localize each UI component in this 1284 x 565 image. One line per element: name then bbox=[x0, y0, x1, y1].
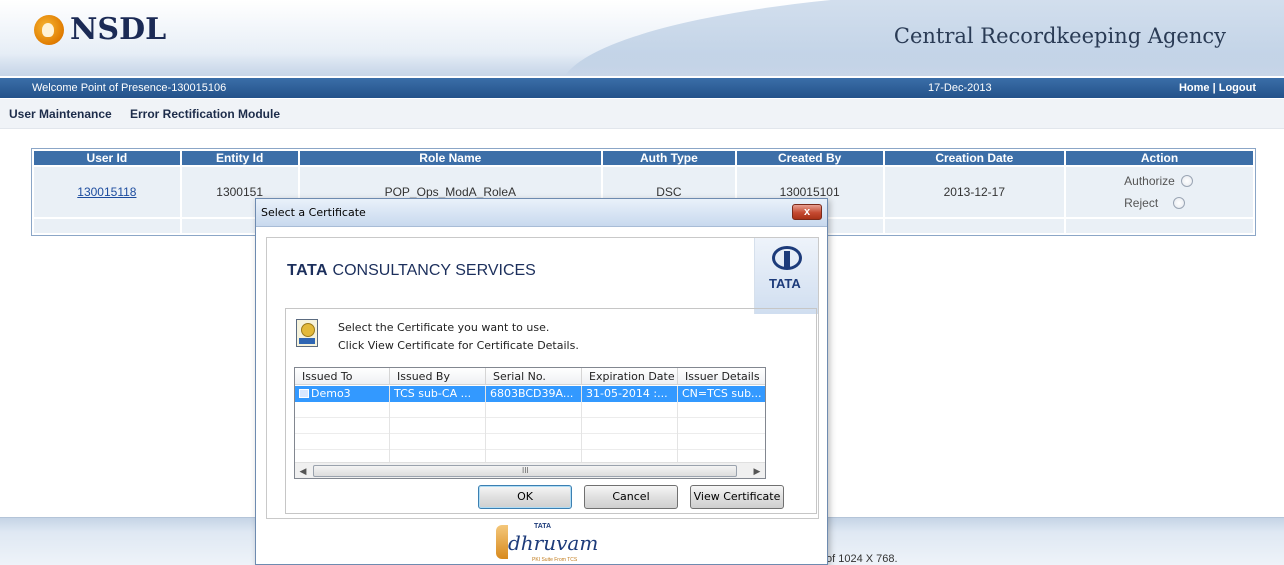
col-issued-by[interactable]: Issued By bbox=[390, 368, 486, 385]
scroll-left-icon[interactable]: ◀ bbox=[297, 465, 309, 477]
menu-item-error-rectification[interactable]: Error Rectification Module bbox=[130, 107, 280, 121]
col-entity-id: Entity Id bbox=[179, 149, 300, 167]
col-expiration-date[interactable]: Expiration Date bbox=[582, 368, 678, 385]
dhruvam-logo-name: dhruvam bbox=[508, 531, 599, 555]
empty-list-row bbox=[295, 434, 765, 450]
close-icon: x bbox=[803, 206, 811, 218]
cell-action: Authorize Reject bbox=[1064, 165, 1255, 219]
tcs-logo-bold: TATA bbox=[287, 262, 329, 279]
empty-list-row bbox=[295, 418, 765, 434]
cert-issued-to-text: Demo3 bbox=[311, 387, 351, 400]
links-separator: | bbox=[1209, 82, 1219, 94]
home-link[interactable]: Home bbox=[1179, 82, 1210, 94]
tata-logo-word: TATA bbox=[769, 276, 801, 291]
tata-logo: TATA bbox=[754, 238, 818, 314]
reject-radio[interactable] bbox=[1173, 197, 1186, 209]
col-user-id: User Id bbox=[32, 149, 182, 167]
certificate-list-header: Issued To Issued By Serial No. Expiratio… bbox=[295, 368, 765, 385]
cert-expiration: 31-05-2014 :... bbox=[582, 386, 678, 402]
tcs-logo: TATA CONSULTANCY SERVICES bbox=[287, 262, 536, 280]
dialog-body: TATA CONSULTANCY SERVICES TATA Select th… bbox=[266, 237, 819, 519]
authorize-option: Authorize bbox=[1124, 170, 1253, 192]
top-links: Home | Logout bbox=[1179, 82, 1256, 94]
horizontal-scrollbar[interactable]: ◀ III ▶ bbox=[295, 462, 765, 478]
dialog-title-bar[interactable]: Select a Certificate x bbox=[256, 199, 827, 227]
cert-serial-no: 6803BCD39A... bbox=[486, 386, 582, 402]
tata-emblem-icon bbox=[772, 246, 802, 270]
agency-title: Central Recordkeeping Agency bbox=[893, 24, 1226, 48]
dhruvam-logo-tata: TATA bbox=[534, 523, 552, 530]
logout-link[interactable]: Logout bbox=[1219, 82, 1256, 94]
footer-resolution-text: of 1024 X 768. bbox=[826, 553, 898, 565]
table-header-row: User Id Entity Id Role Name Auth Type Cr… bbox=[32, 149, 1255, 167]
dialog-title: Select a Certificate bbox=[261, 206, 366, 219]
app-header: NSDL Central Recordkeeping Agency bbox=[0, 0, 1284, 76]
nsdl-logo-text: NSDL bbox=[70, 12, 167, 47]
user-id-link[interactable]: 130015118 bbox=[77, 185, 136, 199]
col-issuer-details[interactable]: Issuer Details bbox=[678, 368, 765, 385]
powered-by-tab bbox=[496, 525, 508, 559]
menu-item-user-maintenance[interactable]: User Maintenance bbox=[9, 107, 112, 121]
col-creation-date: Creation Date bbox=[882, 149, 1067, 167]
cell-user-id: 130015118 bbox=[32, 165, 182, 219]
ok-button[interactable]: OK bbox=[478, 485, 572, 509]
col-serial-no[interactable]: Serial No. bbox=[486, 368, 582, 385]
status-bar: Welcome Point of Presence-130015106 17-D… bbox=[0, 78, 1284, 98]
scroll-right-icon[interactable]: ▶ bbox=[751, 465, 763, 477]
nsdl-logo: NSDL bbox=[34, 12, 166, 47]
authorize-label: Authorize bbox=[1124, 174, 1175, 188]
col-issued-to[interactable]: Issued To bbox=[295, 368, 390, 385]
instruction-line-2: Click View Certificate for Certificate D… bbox=[338, 339, 579, 352]
cert-issuer-details: CN=TCS sub... bbox=[678, 386, 765, 402]
dhruvam-logo: TATA dhruvam PKI Suite From TCS bbox=[496, 523, 599, 565]
certificate-list: Issued To Issued By Serial No. Expiratio… bbox=[294, 367, 766, 479]
col-action: Action bbox=[1064, 149, 1255, 167]
empty-cell bbox=[882, 217, 1067, 235]
welcome-text: Welcome Point of Presence-130015106 bbox=[32, 82, 227, 94]
reject-option: Reject bbox=[1124, 192, 1253, 214]
select-certificate-dialog: Select a Certificate x TATA CONSULTANCY … bbox=[255, 198, 828, 565]
current-date: 17-Dec-2013 bbox=[928, 82, 992, 94]
certificate-icon bbox=[296, 319, 318, 347]
authorize-radio[interactable] bbox=[1180, 175, 1193, 187]
scrollbar-thumb[interactable]: III bbox=[313, 465, 737, 477]
cert-issued-to: Demo3 bbox=[295, 386, 390, 402]
instruction-line-1: Select the Certificate you want to use. bbox=[338, 321, 550, 334]
cert-issued-by: TCS sub-CA ... bbox=[390, 386, 486, 402]
dhruvam-logo-tag: PKI Suite From TCS bbox=[532, 557, 578, 563]
view-certificate-button[interactable]: View Certificate bbox=[690, 485, 784, 509]
col-auth-type: Auth Type bbox=[601, 149, 737, 167]
col-created-by: Created By bbox=[734, 149, 885, 167]
nsdl-logo-icon bbox=[34, 14, 64, 45]
main-menu: User Maintenance Error Rectification Mod… bbox=[0, 99, 1284, 129]
reject-label: Reject bbox=[1124, 196, 1159, 210]
cell-creation-date: 2013-12-17 bbox=[882, 165, 1067, 219]
empty-cell bbox=[32, 217, 182, 235]
header-decoration-band bbox=[0, 54, 1284, 76]
scrollbar-grip: III bbox=[522, 466, 529, 475]
empty-list-row bbox=[295, 402, 765, 418]
cancel-button[interactable]: Cancel bbox=[584, 485, 678, 509]
certificate-row-icon bbox=[299, 389, 309, 398]
col-role-name: Role Name bbox=[297, 149, 604, 167]
certificate-panel: Select the Certificate you want to use. … bbox=[285, 308, 817, 514]
tcs-logo-rest: CONSULTANCY SERVICES bbox=[328, 262, 536, 279]
certificate-row[interactable]: Demo3 TCS sub-CA ... 6803BCD39A... 31-05… bbox=[295, 386, 765, 402]
empty-cell bbox=[1064, 217, 1255, 235]
close-button[interactable]: x bbox=[792, 204, 822, 220]
